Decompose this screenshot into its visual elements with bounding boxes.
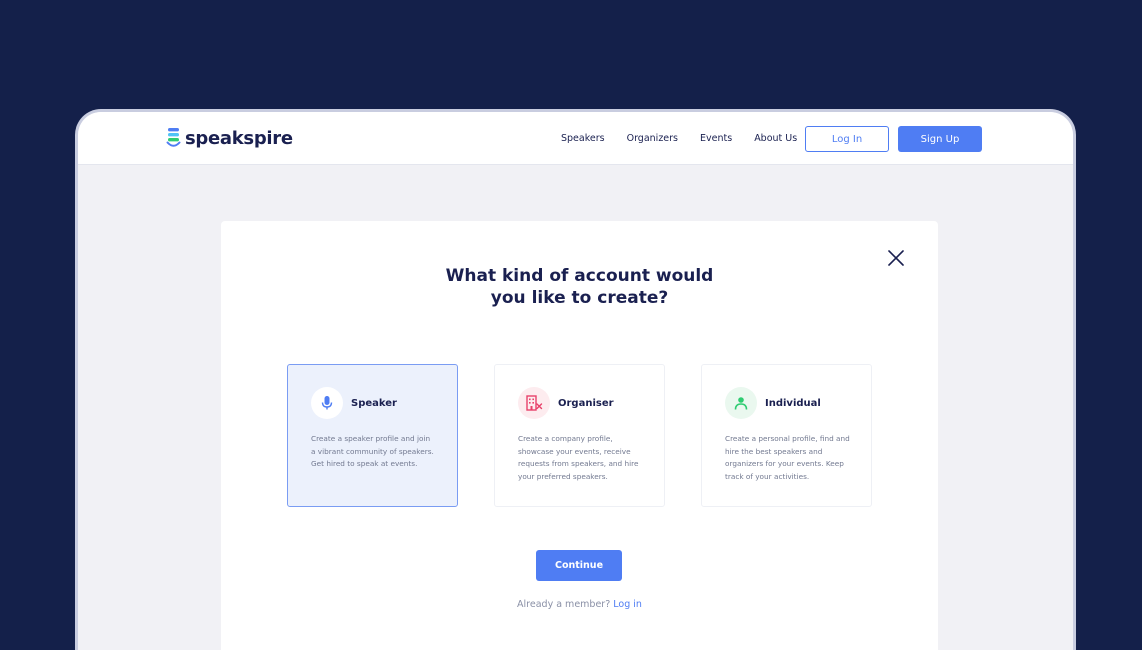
account-card-individual[interactable]: Individual Create a personal profile, fi…: [701, 364, 872, 507]
modal-title-line-1: What kind of account would: [445, 266, 714, 286]
account-type-modal: What kind of account would you like to c…: [221, 221, 938, 650]
already-member-text: Already a member?: [517, 599, 611, 610]
building-icon: [526, 395, 543, 411]
login-button[interactable]: Log In: [805, 126, 889, 152]
speakspire-logo-icon: [166, 128, 181, 147]
modal-title: What kind of account would you like to c…: [221, 265, 938, 309]
card-description-organiser: Create a company profile, showcase your …: [518, 434, 639, 482]
individual-icon-badge: [725, 387, 757, 419]
card-title-speaker: Speaker: [351, 398, 397, 409]
account-card-speaker[interactable]: Speaker Create a speaker profile and joi…: [287, 364, 458, 507]
microphone-icon: [321, 396, 333, 410]
account-card-organiser[interactable]: Organiser Create a company profile, show…: [494, 364, 665, 507]
modal-title-line-2: you like to create?: [490, 288, 669, 308]
login-prompt: Already a member? Log in: [221, 599, 938, 610]
brand-name: speakspire: [185, 127, 293, 149]
app-screen: speakspire Speakers Organizers Events Ab…: [78, 112, 1073, 650]
browser-frame: speakspire Speakers Organizers Events Ab…: [75, 109, 1076, 650]
card-description-speaker: Create a speaker profile and join a vibr…: [311, 434, 434, 469]
organiser-icon-badge: [518, 387, 550, 419]
nav-link-events[interactable]: Events: [700, 133, 732, 144]
card-title-organiser: Organiser: [558, 398, 614, 409]
nav-link-speakers[interactable]: Speakers: [561, 133, 605, 144]
nav-link-about-us[interactable]: About Us: [754, 133, 797, 144]
card-description-individual: Create a personal profile, find and hire…: [725, 434, 850, 482]
nav-link-organizers[interactable]: Organizers: [627, 133, 678, 144]
signup-button[interactable]: Sign Up: [898, 126, 982, 152]
card-title-individual: Individual: [765, 398, 821, 409]
person-icon: [734, 397, 748, 410]
navbar: speakspire Speakers Organizers Events Ab…: [78, 112, 1073, 165]
continue-button[interactable]: Continue: [536, 550, 622, 581]
brand-logo[interactable]: speakspire: [166, 127, 293, 149]
main-nav: Speakers Organizers Events About Us: [561, 133, 819, 144]
speaker-icon-badge: [311, 387, 343, 419]
login-link[interactable]: Log in: [613, 599, 642, 610]
